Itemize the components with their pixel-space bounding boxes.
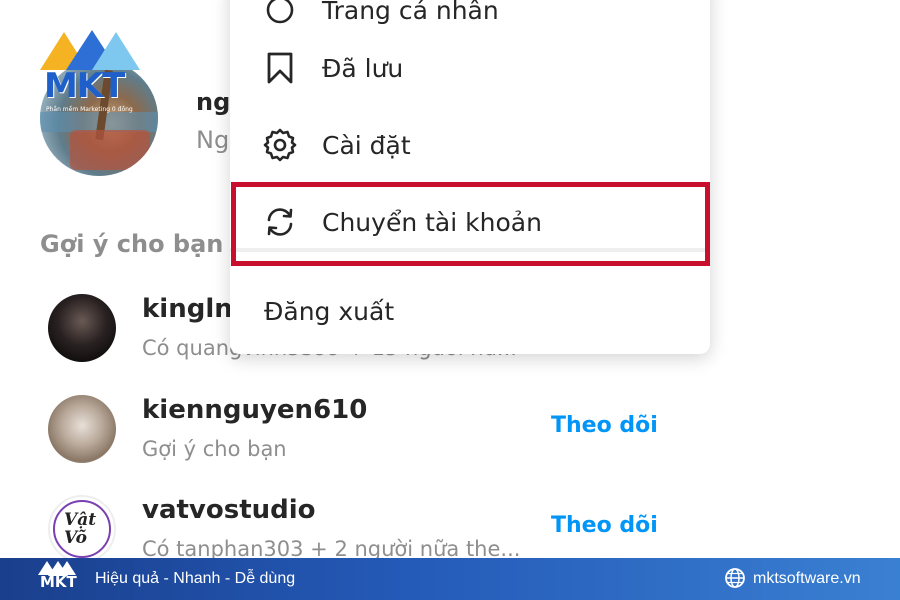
suggestion-subtitle: Gợi ý cho bạn <box>142 437 287 461</box>
mkt-logo-tagline: Phần mềm Marketing 0 đồng <box>46 106 133 113</box>
menu-item-label: Cài đặt <box>322 130 411 160</box>
mkt-logo-text: MKT <box>44 66 125 106</box>
profile-icon <box>263 0 297 27</box>
brand-banner: MKT Hiệu quả - Nhanh - Dễ dùng mktsoftwa… <box>0 558 900 600</box>
follow-button[interactable]: Theo dõi <box>551 513 658 538</box>
profile-fullname: Ng <box>196 126 230 154</box>
bookmark-icon <box>263 51 297 85</box>
suggestion-username[interactable]: kiennguyen610 <box>142 395 367 425</box>
mkt-logo: MKT Phần mềm Marketing 0 đồng <box>40 30 140 120</box>
gear-icon <box>263 128 297 162</box>
menu-item-label: Đã lưu <box>322 53 404 83</box>
menu-item-logout[interactable]: Đăng xuất <box>230 279 710 343</box>
avatar[interactable] <box>48 294 116 362</box>
banner-slogan: Hiệu quả - Nhanh - Dễ dùng <box>95 570 296 587</box>
highlight-box <box>231 182 710 266</box>
banner-website[interactable]: mktsoftware.vn <box>753 570 861 588</box>
suggestions-title: Gợi ý cho bạn <box>40 230 224 258</box>
globe-icon <box>724 567 746 589</box>
account-menu: Trang cá nhân Đã lưu Cài đặt Chuyển tài … <box>230 0 710 354</box>
menu-item-saved[interactable]: Đã lưu <box>230 36 710 100</box>
suggestion-username[interactable]: vatvostudio <box>142 495 316 525</box>
banner-logo: MKT <box>38 561 84 597</box>
banner-logo-text: MKT <box>40 573 77 591</box>
avatar-text: Vật Võ <box>64 510 97 548</box>
follow-button[interactable]: Theo dõi <box>551 413 658 438</box>
profile-username[interactable]: ng <box>196 88 230 116</box>
menu-item-label: Đăng xuất <box>264 296 395 326</box>
menu-item-settings[interactable]: Cài đặt <box>230 113 710 177</box>
suggestion-row: kiennguyen610 Gợi ý cho bạn Theo dõi <box>48 395 668 475</box>
avatar[interactable] <box>48 395 116 463</box>
avatar[interactable]: Vật Võ <box>48 495 116 563</box>
menu-item-label: Trang cá nhân <box>322 0 499 25</box>
